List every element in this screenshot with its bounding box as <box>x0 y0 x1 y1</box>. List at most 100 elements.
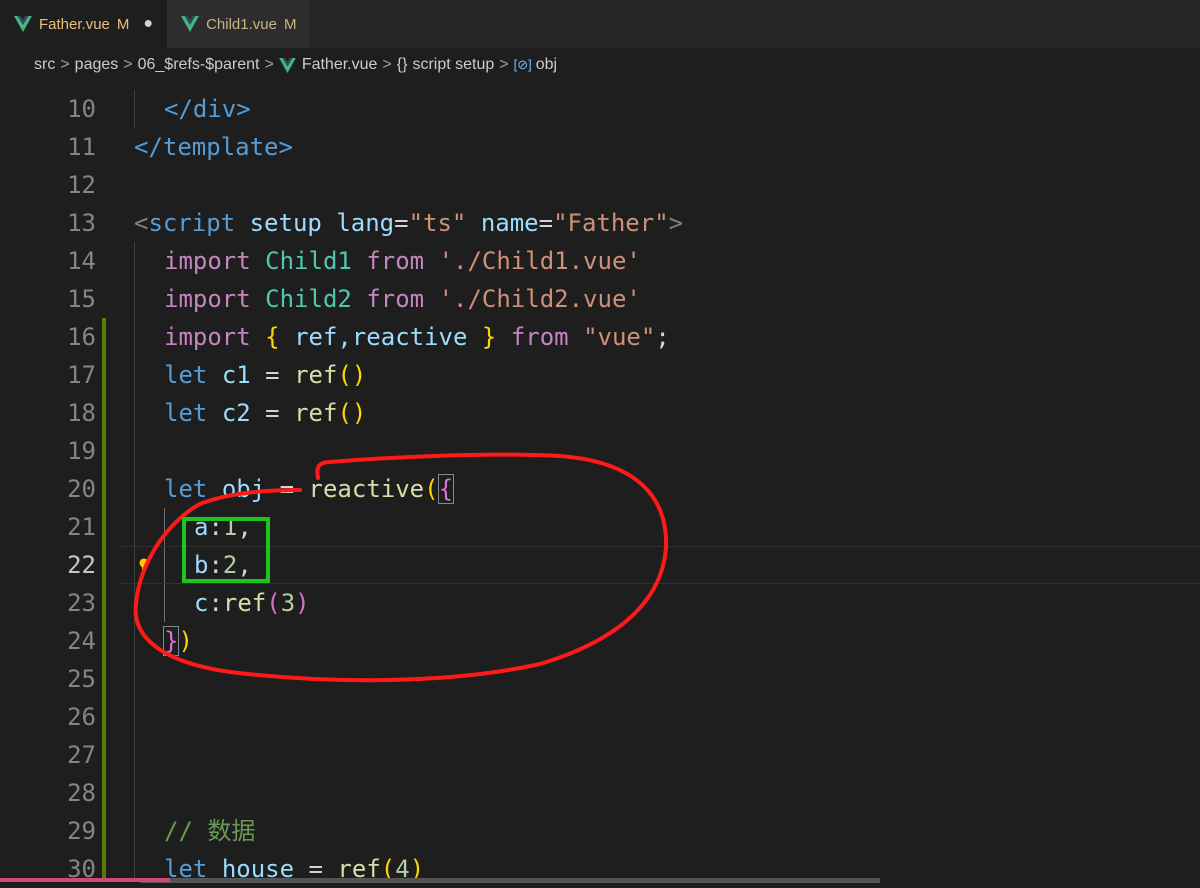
horizontal-scrollbar[interactable] <box>0 878 1200 887</box>
breadcrumb-item-file[interactable]: Father.vue <box>302 56 378 74</box>
code-line: 25 <box>0 660 1200 698</box>
token: reactive <box>308 475 425 503</box>
token: 3 <box>280 589 296 617</box>
code-line: 27 <box>0 736 1200 774</box>
breadcrumb-item-folder[interactable]: 06_$refs-$parent <box>138 56 260 74</box>
code-editor[interactable]: 10 </div> 11 </template> 12 13 <script s… <box>0 90 1200 883</box>
tab-label: Child1.vue <box>206 15 277 33</box>
current-line-highlight <box>120 546 1200 584</box>
code-line: 28 <box>0 774 1200 812</box>
progress-indicator <box>0 878 170 882</box>
token: "ts" <box>408 209 467 237</box>
code-text: let obj = reactive({ <box>164 474 455 504</box>
code-line: 24 }) <box>0 622 1200 660</box>
breadcrumb: src > pages > 06_$refs-$parent > Father.… <box>0 48 1200 82</box>
token: 2 <box>222 551 238 579</box>
line-number: 20 <box>67 475 96 503</box>
braces-icon: {} <box>396 56 408 73</box>
line-number: 27 <box>67 741 96 769</box>
tab-label: Father.vue <box>39 15 110 33</box>
token: './Child1.vue' <box>438 247 641 275</box>
token: c1 <box>221 361 251 389</box>
variable-icon: [⊘] <box>513 57 532 72</box>
line-number: 11 <box>67 133 96 161</box>
line-number: 12 <box>67 171 96 199</box>
token: import <box>164 323 251 351</box>
token: let <box>164 475 208 503</box>
token: setup <box>249 209 322 237</box>
token: Child2 <box>265 285 352 313</box>
scrollbar-thumb[interactable] <box>140 878 880 883</box>
line-number: 19 <box>67 437 96 465</box>
breadcrumb-item-pages[interactable]: pages <box>75 56 119 74</box>
code-line: 29 // 数据 <box>0 812 1200 850</box>
code-text: <script setup lang="ts" name="Father"> <box>134 209 684 237</box>
breadcrumb-separator: > <box>123 56 133 73</box>
token: b <box>194 551 209 579</box>
line-number: 10 <box>67 95 96 123</box>
tab-father-vue[interactable]: Father.vue M ● <box>0 0 168 48</box>
code-text: // 数据 <box>164 812 255 850</box>
token: ref <box>294 361 338 389</box>
token: from <box>510 323 569 351</box>
breadcrumb-separator: > <box>382 56 392 73</box>
breadcrumb-item-script-setup[interactable]: script setup <box>412 56 494 74</box>
vue-icon <box>14 16 32 32</box>
token: import <box>164 247 251 275</box>
unsaved-dot-icon[interactable]: ● <box>143 15 153 33</box>
token: "Father" <box>553 209 669 237</box>
code-line-current: 22 b:2, <box>0 546 1200 584</box>
code-line: 19 <box>0 432 1200 470</box>
code-line: 26 <box>0 698 1200 736</box>
code-text: import { ref,reactive } from "vue"; <box>164 323 670 351</box>
token: script <box>148 209 236 237</box>
code-line: 21 a:1, <box>0 508 1200 546</box>
token: from <box>366 285 425 313</box>
token: import <box>164 285 251 313</box>
code-text: </div> <box>164 90 251 128</box>
lightbulb-icon[interactable] <box>138 558 150 572</box>
code-line: 11 </template> <box>0 128 1200 166</box>
line-number: 24 <box>67 627 96 655</box>
code-line: 16 import { ref,reactive } from "vue"; <box>0 318 1200 356</box>
token: Child1 <box>265 247 352 275</box>
vue-icon <box>181 16 199 32</box>
code-text: }) <box>162 626 193 656</box>
token: name <box>480 209 539 237</box>
line-number: 29 <box>67 817 96 845</box>
code-line: 10 </div> <box>0 90 1200 128</box>
code-line: 14 import Child1 from './Child1.vue' <box>0 242 1200 280</box>
token: let <box>164 399 208 427</box>
token: let <box>164 361 208 389</box>
line-number: 15 <box>67 285 96 313</box>
line-number: 22 <box>67 551 96 579</box>
line-number: 18 <box>67 399 96 427</box>
line-number: 21 <box>67 513 96 541</box>
line-number: 28 <box>67 779 96 807</box>
token: c2 <box>221 399 251 427</box>
line-number: 17 <box>67 361 96 389</box>
token: ref <box>294 399 338 427</box>
token: 1 <box>222 513 238 541</box>
line-number: 13 <box>67 209 96 237</box>
token: a <box>194 513 209 541</box>
breadcrumb-separator: > <box>499 56 509 73</box>
editor-tab-bar: Father.vue M ● Child1.vue M <box>0 0 1200 48</box>
token: from <box>366 247 425 275</box>
token: </div> <box>164 95 251 123</box>
line-number: 14 <box>67 247 96 275</box>
code-text: import Child2 from './Child2.vue' <box>164 280 641 318</box>
code-text: </template> <box>134 128 293 166</box>
code-line: 23 c:ref(3) <box>0 584 1200 622</box>
breadcrumb-item-obj[interactable]: obj <box>536 56 557 74</box>
code-text: c:ref(3) <box>194 589 310 617</box>
vue-icon <box>278 57 296 73</box>
tab-child1-vue[interactable]: Child1.vue M <box>167 0 311 48</box>
token: </template> <box>134 133 293 161</box>
code-line: 17 let c1 = ref() <box>0 356 1200 394</box>
breadcrumb-item-src[interactable]: src <box>34 56 55 74</box>
breadcrumb-separator: > <box>60 56 70 73</box>
line-number: 26 <box>67 703 96 731</box>
token: c <box>194 589 209 617</box>
code-text: b:2, <box>194 551 252 579</box>
